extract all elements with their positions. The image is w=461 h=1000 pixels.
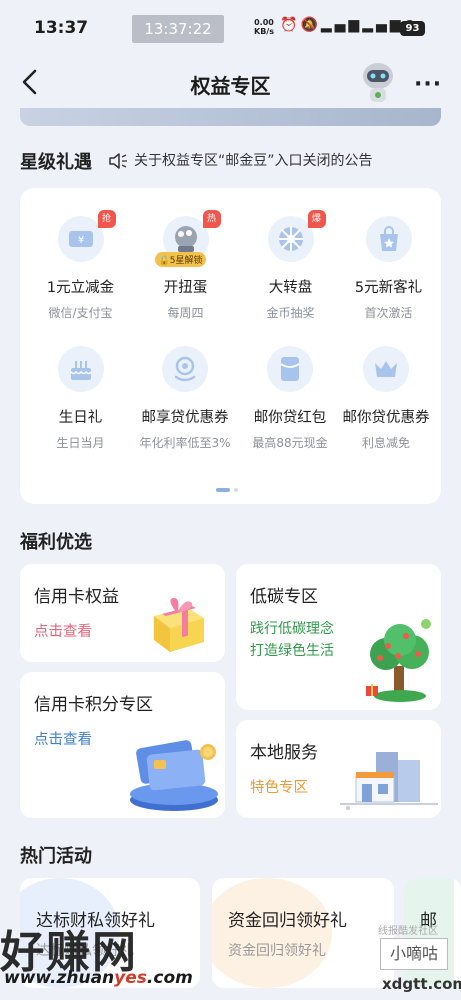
watermark-community: 线报酷发社区: [378, 926, 438, 937]
hot-tag: 热: [202, 210, 221, 228]
tile-title: 信用卡权益: [34, 587, 119, 607]
perk-subtitle: 每周四: [167, 306, 204, 320]
announcement-text: 关于权益专区“邮金豆”入口关闭的公告: [134, 153, 373, 169]
crown-icon: [363, 346, 409, 392]
watermark-url-a: www.zhuan: [4, 968, 115, 988]
perk-subtitle: 金币抽奖: [266, 306, 315, 320]
tile-credit-card-points[interactable]: 信用卡积分专区 点击查看: [20, 672, 225, 818]
lock-badge-text: 5星解锁: [169, 256, 203, 266]
perk-name: 邮享贷优惠券: [141, 410, 229, 426]
tree-icon: [366, 619, 431, 702]
tile-desc-line2: 打造绿色生活: [250, 643, 334, 659]
tile-local-services[interactable]: 本地服务 特色专区: [236, 720, 441, 818]
more-options-icon[interactable]: ···: [414, 72, 442, 97]
coupon-icon: ¥ 抢: [57, 210, 116, 262]
perk-item-red-packet[interactable]: 邮你贷红包 最高88元现金: [231, 346, 349, 451]
perk-item-wheel[interactable]: 爆 大转盘 金币抽奖: [238, 210, 343, 321]
perk-item-loan-discount[interactable]: 邮你贷优惠券 利息减免: [336, 346, 436, 451]
status-time: 13:37: [34, 18, 89, 38]
hot-tag: 抢: [97, 210, 116, 228]
status-bar: 13:37 13:37:22 0.00 KB/s ⏰🔕▂▄▆▂▄▆◔ 93: [0, 0, 461, 58]
section-title-welfare: 福利优选: [20, 532, 92, 553]
hot-card-title: 资金回归领好礼: [228, 911, 347, 931]
perk-name: 大转盘: [268, 280, 313, 296]
credit-card-stage-icon: [130, 740, 218, 811]
wheel-icon: 爆: [267, 210, 326, 262]
watermark-url: www.zhuanyes.com: [4, 968, 193, 988]
signal-5g-icon: ▂▄▆: [362, 17, 404, 33]
watermark-url-c: .com: [146, 968, 193, 988]
lock-badge: 🔒5星解锁: [154, 252, 207, 267]
gift-box-icon: [154, 598, 204, 652]
perk-subtitle: 利息减免: [361, 436, 410, 450]
perk-subtitle: 最高88元现金: [252, 436, 328, 450]
speaker-icon: [109, 153, 127, 169]
card-decoration: [212, 878, 332, 988]
svg-text:¥: ¥: [77, 235, 83, 246]
tile-link[interactable]: 点击查看: [34, 620, 92, 641]
perk-item-capsule[interactable]: 热 🔒5星解锁 开扭蛋 每周四: [133, 210, 238, 321]
watermark-url-b: yes: [114, 968, 147, 988]
perk-subtitle: 年化利率低至3%: [139, 436, 231, 450]
perk-subtitle: 首次激活: [364, 306, 413, 320]
perk-subtitle: 生日当月: [56, 436, 105, 450]
top-nav: 权益专区 ···: [0, 58, 461, 108]
tile-low-carbon[interactable]: 低碳专区 践行低碳理念 打造绿色生活: [236, 564, 441, 710]
perk-name: 1元立减金: [46, 280, 115, 296]
net-speed: 0.00 KB/s: [254, 18, 274, 36]
tile-desc-line1: 践行低碳理念: [250, 621, 334, 637]
perk-item-new-customer[interactable]: 5元新客礼 首次激活: [336, 216, 441, 321]
hot-tag: 爆: [307, 210, 326, 228]
watermark-right-url: xdgtt.com: [382, 975, 461, 993]
perk-subtitle: 微信/支付宝: [48, 306, 113, 320]
watermark-badge: 小嘀咕: [380, 938, 448, 970]
tile-link[interactable]: 特色专区: [250, 776, 308, 797]
perk-name: 生日礼: [58, 410, 103, 426]
perk-name: 5元新客礼: [354, 280, 423, 296]
cake-icon: [57, 346, 104, 392]
section-title-star-perks: 星级礼遇: [20, 152, 92, 173]
net-speed-value: 0.00: [254, 18, 274, 27]
status-icons: ⏰🔕▂▄▆▂▄▆◔: [280, 17, 419, 33]
loan-icon: [162, 346, 208, 392]
star-perks-card: ¥ 抢 1元立减金 微信/支付宝 热 🔒5星解锁 开扭蛋 每周四 爆 大转盘 金…: [20, 188, 441, 504]
robot-assistant-icon[interactable]: [358, 60, 398, 106]
perk-name: 邮你贷优惠券: [342, 410, 430, 426]
perk-item-loan-coupon[interactable]: 邮享贷优惠券 年化利率低至3%: [126, 346, 244, 451]
gift-bag-icon: [365, 216, 412, 262]
page-dot-active: [216, 487, 230, 492]
perk-name: 邮你贷红包: [253, 410, 327, 426]
signal-5g-icon: ▂▄▆: [320, 17, 363, 33]
tile-link[interactable]: 点击查看: [34, 728, 92, 749]
perk-item-birthday[interactable]: 生日礼 生日当月: [28, 346, 133, 451]
page-dot: [234, 487, 238, 492]
tile-title: 本地服务: [250, 743, 318, 763]
capsule-icon: 热 🔒5星解锁: [154, 210, 221, 267]
section-title-hot: 热门活动: [20, 846, 92, 867]
alarm-icon: ⏰: [280, 17, 301, 33]
battery-indicator: 93: [400, 21, 425, 36]
net-speed-unit: KB/s: [254, 27, 274, 36]
perk-item-instant-discount[interactable]: ¥ 抢 1元立减金 微信/支付宝: [28, 210, 133, 321]
clock-overlay: 13:37:22: [132, 15, 224, 43]
tile-credit-card-benefits[interactable]: 信用卡权益 点击查看: [20, 564, 225, 662]
page-indicator: [216, 479, 238, 498]
hot-card-funds[interactable]: 资金回归领好礼 资金回归领好礼: [212, 878, 394, 988]
perk-name: 开扭蛋: [163, 280, 208, 296]
banner-strip: [20, 108, 441, 126]
tile-title: 信用卡积分专区: [34, 695, 153, 715]
city-buildings-icon: [340, 752, 438, 810]
red-packet-icon: [267, 346, 313, 392]
hot-card-subtitle: 资金回归领好礼: [228, 943, 326, 959]
tile-title: 低碳专区: [250, 587, 318, 607]
announcement[interactable]: 关于权益专区“邮金豆”入口关闭的公告: [108, 150, 373, 170]
mute-icon: 🔕: [300, 17, 321, 33]
